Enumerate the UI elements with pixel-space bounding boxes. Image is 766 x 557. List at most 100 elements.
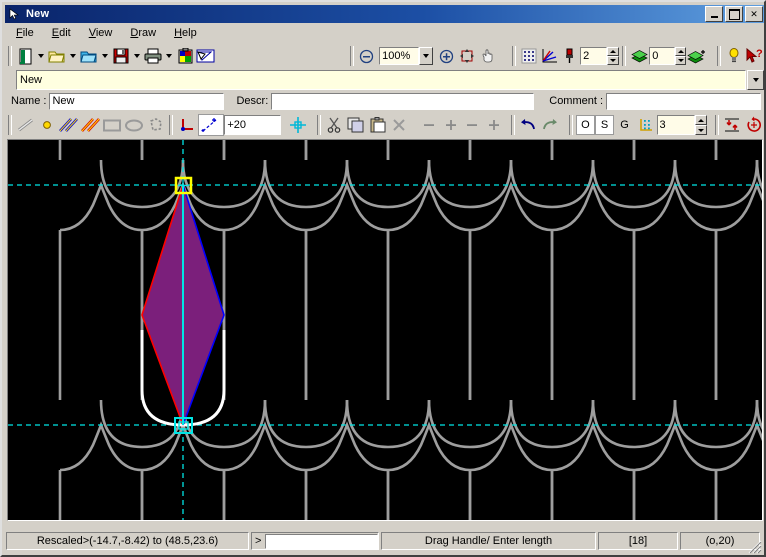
polygon-tool-icon[interactable] [145, 114, 167, 136]
title-bar: New ✕ [5, 5, 764, 23]
window-title: New [26, 8, 50, 20]
minus-icon[interactable] [418, 114, 440, 136]
grid-points-icon[interactable] [635, 114, 657, 136]
mirror-vertical-icon[interactable] [722, 114, 744, 136]
rotate-icon[interactable] [743, 114, 764, 136]
zoom-fit-icon[interactable] [457, 45, 477, 67]
parallel-red-lines-icon[interactable] [80, 114, 102, 136]
open-folder-blue-icon[interactable] [79, 45, 99, 67]
pen-width-spinner[interactable] [607, 47, 619, 65]
axes-icon[interactable] [539, 45, 559, 67]
toolbar-separator [8, 46, 12, 66]
design-combo-value[interactable]: New [16, 70, 746, 90]
grid-size-field[interactable]: 3 [656, 115, 695, 135]
toolbar-separator [511, 46, 516, 66]
save-dropdown-arrow-icon[interactable] [131, 45, 143, 67]
close-button[interactable]: ✕ [745, 6, 763, 22]
toolbar-separator [169, 115, 174, 135]
name-input[interactable]: New [49, 92, 225, 110]
point-tool-icon[interactable] [37, 114, 59, 136]
zoom-out-icon[interactable] [357, 45, 377, 67]
cut-scissors-icon[interactable] [324, 114, 346, 136]
new-dropdown-arrow-icon[interactable] [35, 45, 47, 67]
toggle-o-button[interactable]: O [575, 115, 595, 135]
crosshair-icon[interactable] [287, 114, 309, 136]
maximize-button[interactable] [725, 6, 743, 22]
warning-icon[interactable] [724, 45, 744, 67]
delete-x-icon[interactable] [389, 114, 411, 136]
zoom-in-icon[interactable] [437, 45, 457, 67]
add-point-icon[interactable] [197, 114, 225, 136]
zoom-level-field[interactable]: 100% [379, 47, 419, 65]
plus-icon[interactable] [440, 114, 462, 136]
cursor-arrow-icon [7, 7, 23, 21]
print-dropdown-arrow-icon[interactable] [163, 45, 175, 67]
status-hint: Drag Handle/ Enter length [381, 532, 596, 550]
pen-icon[interactable] [560, 45, 580, 67]
status-count: [18] [598, 532, 678, 550]
menu-item-file[interactable]: FFileile [11, 26, 47, 40]
menu-item-help[interactable]: Help [169, 26, 210, 40]
menu-item-draw[interactable]: Draw [125, 26, 169, 40]
toolbar-separator [510, 115, 515, 135]
status-bar: Rescaled>(-14.7,-8.42) to (48.5,23.6) > … [6, 530, 764, 552]
minus-icon[interactable] [462, 114, 484, 136]
toolbar-separator [717, 46, 722, 66]
undo-icon[interactable] [518, 114, 540, 136]
pen-width-field[interactable]: 2 [580, 47, 608, 65]
canvas-graphics [8, 140, 762, 520]
status-rescaled: Rescaled>(-14.7,-8.42) to (48.5,23.6) [6, 532, 249, 550]
draw-toolbar: +20 O S G 3 [5, 112, 764, 138]
design-combo-dropdown-button[interactable] [747, 70, 764, 90]
menu-item-view[interactable]: View [84, 26, 126, 40]
toolbar-separator [714, 115, 719, 135]
menu-item-edit[interactable]: Edit [47, 26, 84, 40]
name-label: Name : [11, 95, 47, 107]
ellipse-tool-icon[interactable] [123, 114, 145, 136]
redo-icon[interactable] [539, 114, 561, 136]
status-command-area[interactable]: > [251, 532, 379, 550]
minimize-button[interactable] [705, 6, 723, 22]
offset-value-field[interactable]: +20 [224, 115, 282, 135]
comment-input[interactable] [606, 92, 762, 110]
window-controls: ✕ [705, 6, 764, 22]
layers-add-icon[interactable] [686, 45, 707, 67]
axis-origin-icon[interactable] [176, 114, 198, 136]
toolbar-separator [316, 115, 321, 135]
properties-row: Name : New Descr: Comment : [8, 91, 763, 111]
layer-number-field[interactable]: 0 [649, 47, 675, 65]
grid-size-spinner[interactable] [694, 115, 707, 135]
descr-input[interactable] [271, 92, 535, 110]
copy-icon[interactable] [345, 114, 367, 136]
rectangle-tool-icon[interactable] [101, 114, 123, 136]
application-window: New ✕ FFileile Edit View Draw Help [0, 0, 766, 557]
open-dropdown-arrow-icon[interactable] [67, 45, 79, 67]
design-combo-row: New [8, 70, 764, 90]
select-arrow-icon[interactable] [195, 45, 215, 67]
parallel-blue-lines-icon[interactable] [58, 114, 80, 136]
print-icon[interactable] [143, 45, 163, 67]
toggle-s-button[interactable]: S [595, 115, 615, 135]
help-pointer-icon[interactable]: ? [745, 45, 764, 67]
main-toolbar: 100% 2 0 ? [5, 43, 764, 69]
command-input[interactable] [265, 533, 378, 549]
open-blue-dropdown-arrow-icon[interactable] [99, 45, 111, 67]
open-folder-icon[interactable] [47, 45, 67, 67]
zoom-dropdown-button[interactable] [418, 47, 433, 65]
toolbar-separator [622, 46, 626, 66]
toolbar-separator [8, 115, 12, 135]
paste-icon[interactable] [367, 114, 389, 136]
resize-grip[interactable] [748, 540, 762, 554]
toggle-g-button[interactable]: G [614, 115, 635, 135]
plus-icon[interactable] [483, 114, 505, 136]
line-tool-icon[interactable] [15, 114, 37, 136]
save-floppy-icon[interactable] [111, 45, 131, 67]
comment-label: Comment : [549, 95, 604, 107]
layers-icon[interactable] [629, 45, 649, 67]
drawing-canvas[interactable] [7, 139, 763, 521]
pan-hand-icon[interactable] [477, 45, 497, 67]
snap-grid-icon[interactable] [519, 45, 539, 67]
new-document-icon[interactable] [15, 45, 35, 67]
color-palette-icon[interactable] [175, 45, 195, 67]
layer-spinner[interactable] [674, 47, 687, 65]
